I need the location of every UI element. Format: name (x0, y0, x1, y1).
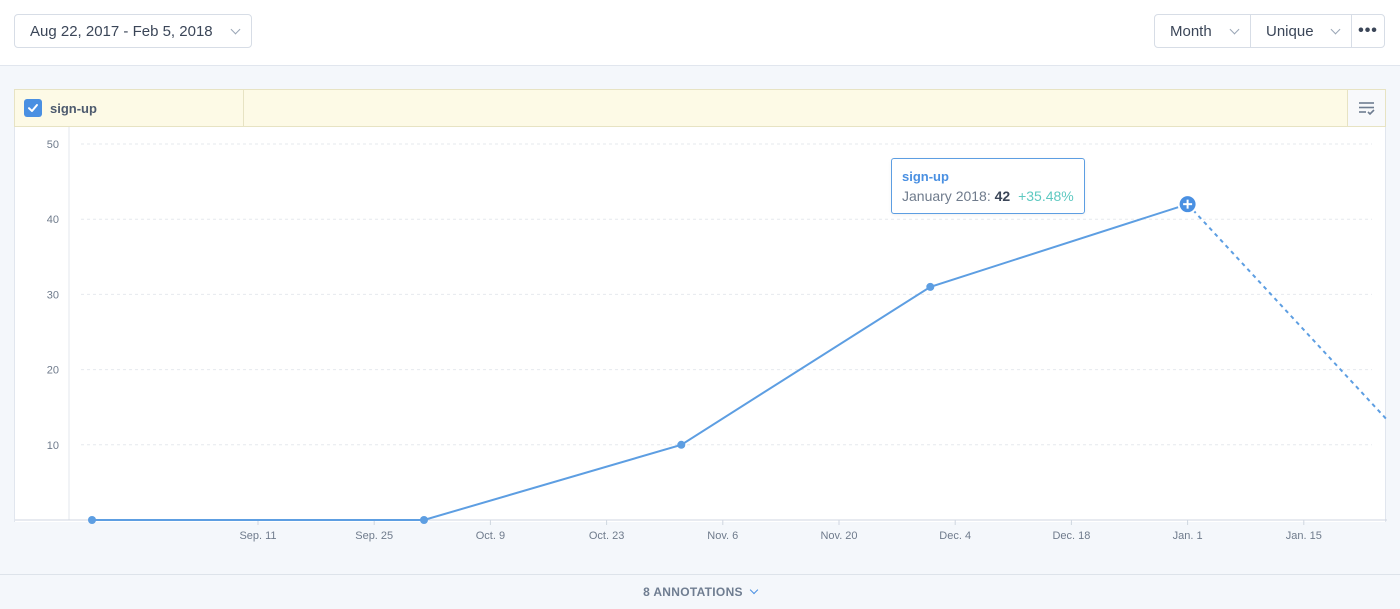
chevron-down-icon (749, 585, 759, 595)
data-point (88, 516, 96, 524)
measure-label: Unique (1266, 22, 1314, 40)
tooltip-change: +35.48% (1018, 188, 1074, 204)
tooltip-value: 42 (994, 188, 1011, 204)
tooltip-title: sign-up (902, 169, 949, 184)
more-options-button[interactable]: ••• (1351, 14, 1385, 48)
x-tick-label: Nov. 6 (707, 530, 738, 542)
chart-tooltip: sign-up January 2018: 42 +35.48% (891, 158, 1085, 214)
data-point (420, 516, 428, 524)
y-tick-label: 20 (47, 365, 59, 377)
measure-select[interactable]: Unique (1250, 14, 1352, 48)
x-tick-label: Nov. 20 (820, 530, 857, 542)
x-tick-label: Jan. 1 (1173, 530, 1203, 542)
x-tick-label: Oct. 9 (476, 530, 505, 542)
chevron-down-icon (1229, 24, 1240, 35)
series-line (92, 203, 1188, 521)
legend-item-sign-up[interactable]: sign-up (15, 90, 244, 126)
chevron-down-icon (1330, 24, 1341, 35)
annotations-label: 8 ANNOTATIONS (643, 585, 743, 599)
tooltip-line: January 2018: 42 +35.48% (902, 188, 1074, 204)
y-tick-label: 40 (47, 214, 59, 226)
interval-select[interactable]: Month (1154, 14, 1251, 48)
x-tick-label: Sep. 11 (239, 530, 276, 542)
checkbox-checked-icon[interactable] (24, 99, 42, 117)
legend-label: sign-up (50, 100, 97, 116)
x-tick-label: Jan. 15 (1286, 530, 1322, 542)
x-tick-label: Oct. 23 (589, 530, 624, 542)
date-range-picker[interactable]: Aug 22, 2017 - Feb 5, 2018 (14, 14, 252, 48)
y-tick-label: 30 (47, 289, 59, 301)
data-point (677, 440, 686, 449)
toolbar: Aug 22, 2017 - Feb 5, 2018 Month Unique … (0, 0, 1400, 66)
x-tick-label: Dec. 4 (939, 530, 971, 542)
y-tick-label: 50 (47, 139, 59, 151)
line-chart[interactable]: 10 20 30 40 50 Sep. 11 Sep. 25 Oct. 9 Oct. 23 Nov… (15, 127, 1387, 557)
x-tick-label: Dec. 18 (1052, 530, 1090, 542)
y-tick-label: 10 (47, 440, 59, 452)
list-check-icon (1358, 102, 1375, 116)
data-point (926, 282, 935, 291)
series-line-incomplete (1186, 203, 1387, 422)
legend-bar: sign-up (14, 89, 1386, 127)
footer: 8 ANNOTATIONS (0, 574, 1400, 609)
date-range-label: Aug 22, 2017 - Feb 5, 2018 (30, 22, 213, 40)
chart-area: 10 20 30 40 50 Sep. 11 Sep. 25 Oct. 9 Oct. 23 Nov… (14, 127, 1387, 542)
interval-label: Month (1170, 22, 1212, 40)
legend-options-button[interactable] (1347, 90, 1385, 126)
x-tick-label: Sep. 25 (355, 530, 393, 542)
tooltip-period: January 2018: (902, 188, 991, 204)
chevron-down-icon (230, 24, 241, 35)
annotations-toggle[interactable]: 8 ANNOTATIONS (643, 585, 759, 599)
more-icon: ••• (1358, 22, 1378, 39)
